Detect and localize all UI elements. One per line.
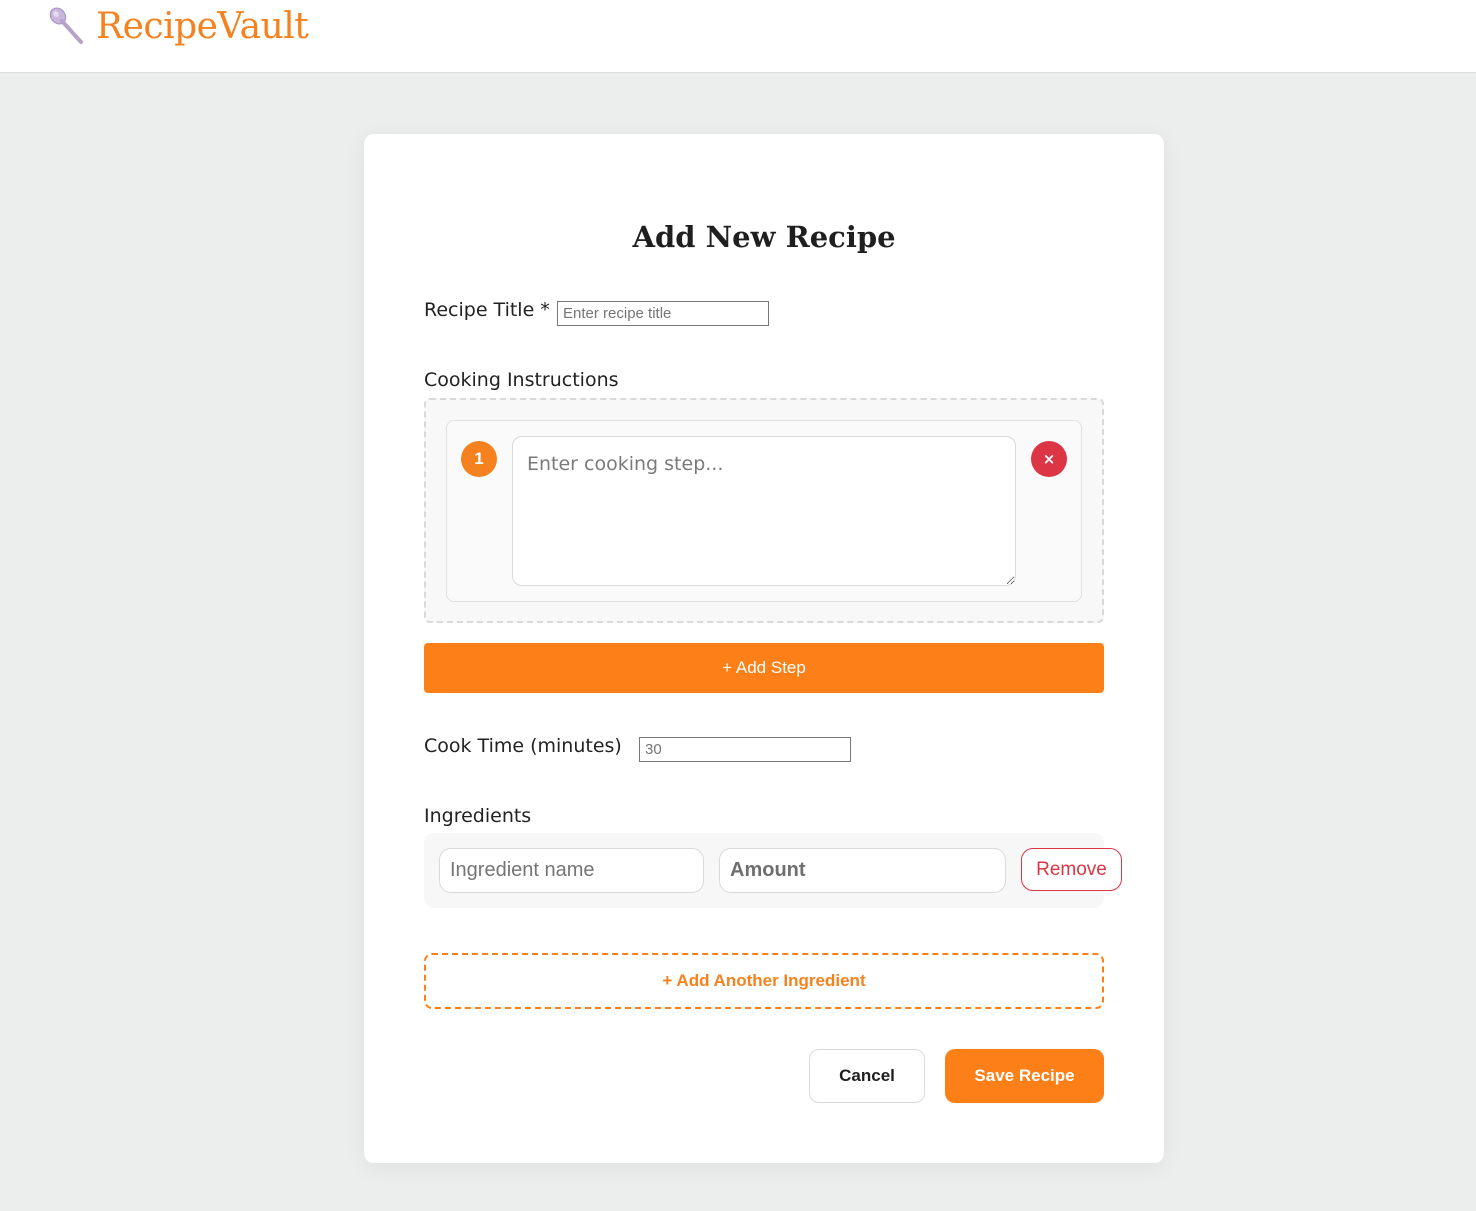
recipe-title-label: Recipe Title * — [424, 299, 550, 321]
cancel-button[interactable]: Cancel — [809, 1049, 925, 1103]
add-ingredient-button[interactable]: + Add Another Ingredient — [424, 953, 1104, 1009]
ingredient-amount-input[interactable] — [719, 848, 1006, 893]
step-row: 1 × — [446, 420, 1082, 602]
add-step-button[interactable]: + Add Step — [424, 643, 1104, 693]
app-name: RecipeVault — [96, 5, 309, 47]
ingredient-name-input[interactable] — [439, 848, 704, 893]
spoon-icon — [48, 6, 86, 46]
steps-container: 1 × — [424, 398, 1104, 623]
cook-time-input[interactable] — [639, 737, 851, 762]
remove-ingredient-button[interactable]: Remove — [1021, 848, 1122, 891]
app-logo[interactable]: RecipeVault — [48, 4, 309, 48]
step-number-badge: 1 — [461, 441, 497, 477]
cooking-instructions-label: Cooking Instructions — [424, 369, 619, 391]
recipe-title-input[interactable] — [557, 301, 769, 326]
remove-step-button[interactable]: × — [1031, 441, 1067, 477]
save-recipe-button[interactable]: Save Recipe — [945, 1049, 1104, 1103]
top-navbar: RecipeVault — [0, 0, 1476, 73]
cook-time-label: Cook Time (minutes) — [424, 735, 622, 757]
ingredient-row: Remove — [424, 833, 1122, 908]
page-title: Add New Recipe — [632, 220, 896, 254]
close-icon: × — [1042, 450, 1056, 468]
step-textarea[interactable] — [512, 436, 1016, 586]
ingredients-label: Ingredients — [424, 805, 532, 827]
add-recipe-card: Add New Recipe Recipe Title * Cooking In… — [364, 134, 1164, 1163]
